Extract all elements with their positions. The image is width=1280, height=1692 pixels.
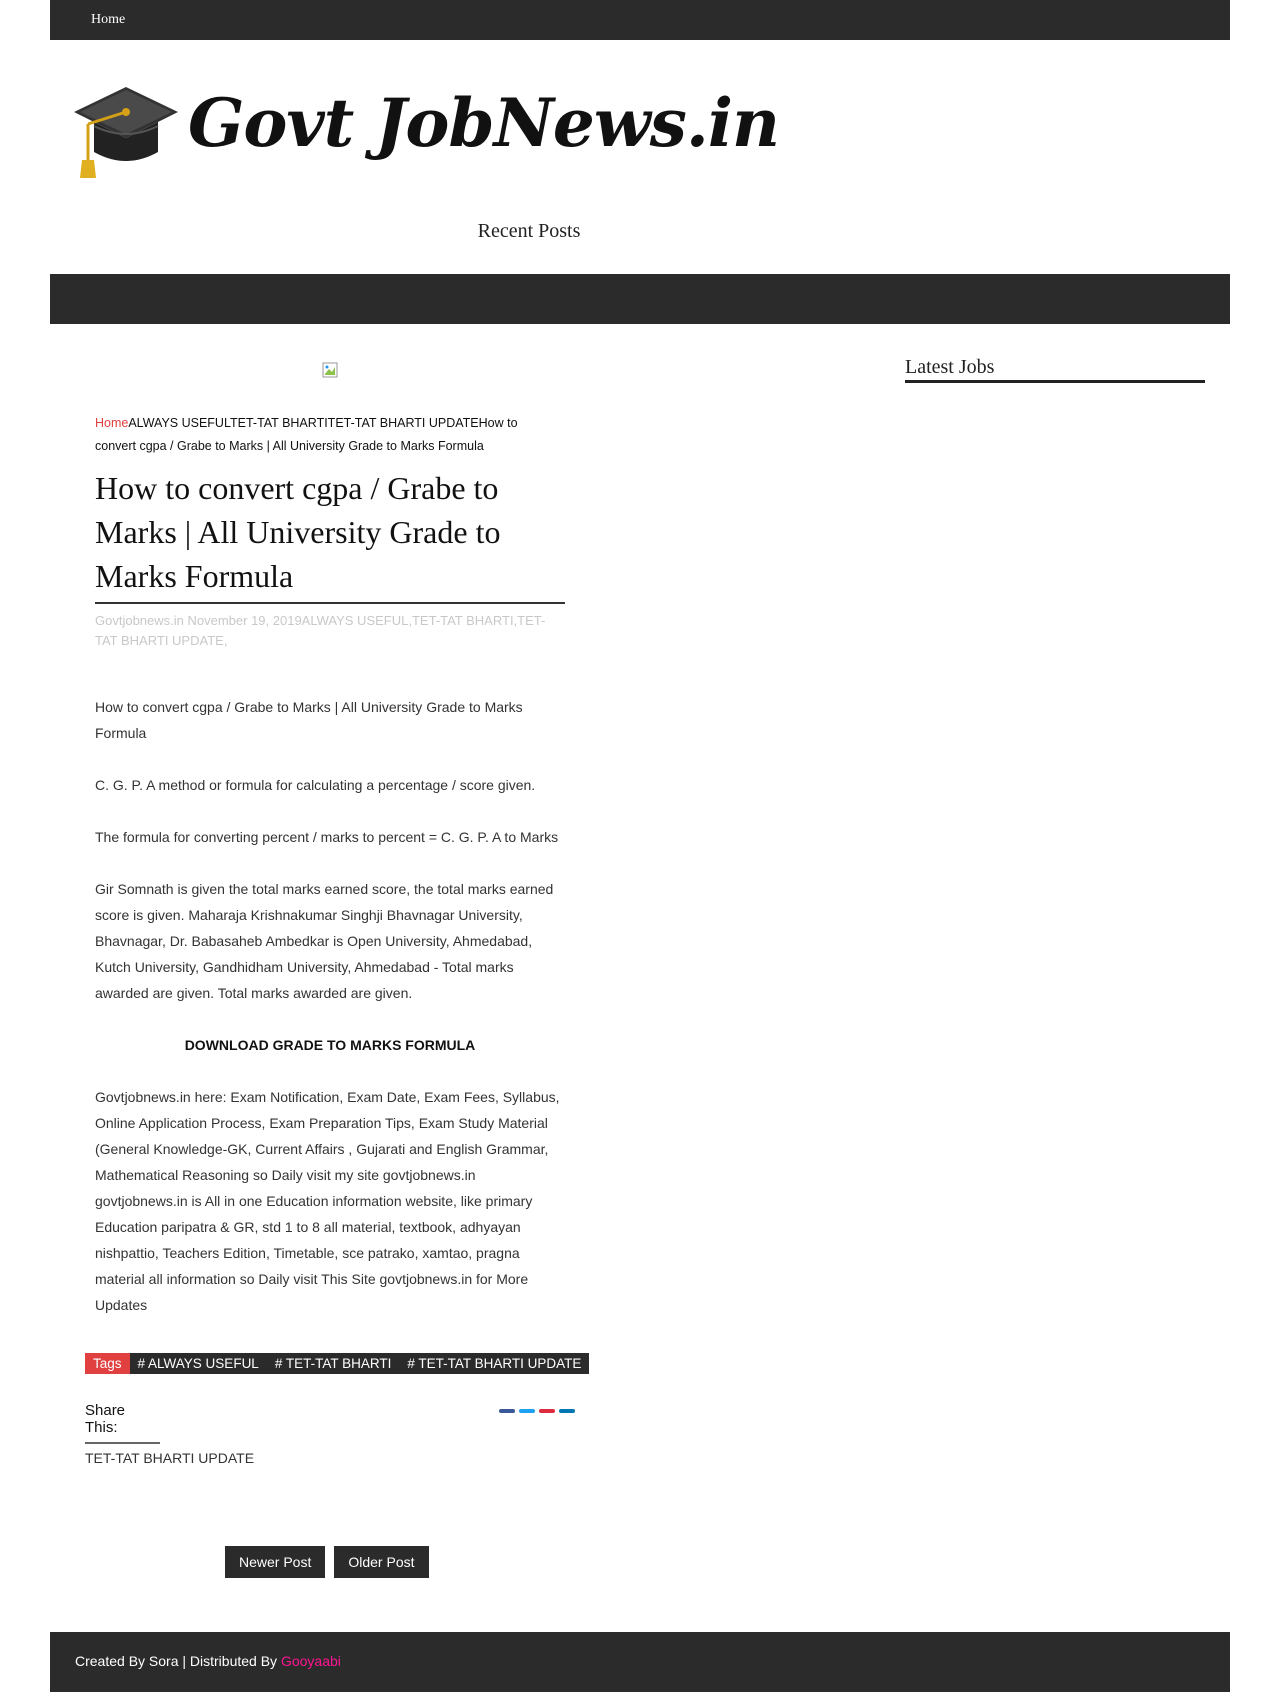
- post-meta: Govtjobnews.in November 19, 2019ALWAYS U…: [95, 613, 546, 648]
- top-nav-bar: Home: [50, 0, 1230, 40]
- logo-wordmark: Govt JobNews.in: [188, 84, 780, 162]
- post-body: How to convert cgpa / Grabe to Marks | A…: [95, 694, 565, 1344]
- linkedin-share-icon[interactable]: [559, 1409, 575, 1413]
- post-tags: Tags # ALWAYS USEFUL # TET-TAT BHARTI # …: [85, 1353, 590, 1374]
- graduation-cap-icon: [74, 87, 178, 178]
- twitter-share-icon[interactable]: [519, 1409, 535, 1413]
- share-label: Share This:: [85, 1402, 160, 1444]
- share-buttons: [499, 1409, 575, 1413]
- tag-link[interactable]: # TET-TAT BHARTI UPDATE: [399, 1353, 590, 1374]
- pinterest-share-icon[interactable]: [539, 1409, 555, 1413]
- breadcrumb-home-link[interactable]: Home: [95, 416, 128, 430]
- footer-brand-link[interactable]: Gooyaabi: [281, 1653, 341, 1669]
- breadcrumb: HomeALWAYS USEFULTET-TAT BHARTITET-TAT B…: [95, 412, 555, 458]
- post-paragraph: The formula for converting percent / mar…: [95, 829, 559, 845]
- latest-jobs-heading: Latest Jobs: [905, 356, 1205, 383]
- post-paragraph: Gir Somnath is given the total marks ear…: [95, 881, 554, 1001]
- older-post-button[interactable]: Older Post: [334, 1546, 429, 1578]
- newer-post-button[interactable]: Newer Post: [225, 1546, 326, 1578]
- post-paragraph: How to convert cgpa / Grabe to Marks | A…: [95, 699, 523, 741]
- broken-image-icon: [322, 362, 338, 378]
- breadcrumb-path[interactable]: ALWAYS USEFULTET-TAT BHARTITET-TAT BHART…: [95, 416, 518, 453]
- recent-posts-heading[interactable]: Recent Posts: [0, 220, 1058, 243]
- footer-credit: Created By Sora | Distributed By Gooyaab…: [75, 1653, 341, 1669]
- main-nav-bar: [50, 274, 1230, 324]
- download-formula-link[interactable]: DOWNLOAD GRADE TO MARKS FORMULA: [95, 1032, 565, 1058]
- post-title: How to convert cgpa / Grabe to Marks | A…: [95, 466, 565, 604]
- tag-link[interactable]: # TET-TAT BHARTI: [266, 1353, 400, 1374]
- post-about: Govtjobnews.in here: Exam Notification, …: [95, 1089, 560, 1313]
- post-pager: Newer Post Older Post: [225, 1546, 429, 1578]
- footer-credit-text: Created By Sora | Distributed By: [75, 1653, 281, 1669]
- tag-link[interactable]: # ALWAYS USEFUL: [129, 1353, 267, 1374]
- tags-label: Tags: [85, 1353, 130, 1374]
- site-logo[interactable]: Govt JobNews.in: [70, 82, 790, 202]
- facebook-share-icon[interactable]: [499, 1409, 515, 1413]
- footer: Created By Sora | Distributed By Gooyaab…: [50, 1632, 1230, 1692]
- nav-home-link[interactable]: Home: [91, 12, 125, 28]
- post-paragraph: C. G. P. A method or formula for calcula…: [95, 777, 536, 793]
- related-label[interactable]: TET-TAT BHARTI UPDATE: [85, 1450, 254, 1466]
